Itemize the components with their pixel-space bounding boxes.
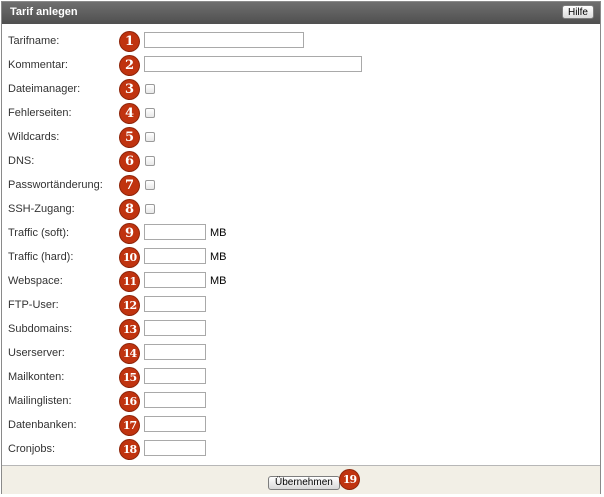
number-badge-icon: 5 [120, 128, 139, 147]
form-footer: Übernehmen 19 [2, 465, 600, 494]
form-row-passwortaenderung: Passwortänderung: 7 [2, 174, 600, 198]
form-row-fehlerseiten: Fehlerseiten: 4 [2, 102, 600, 126]
field-label: Dateimanager: [8, 83, 81, 95]
subdomains-input[interactable] [144, 320, 206, 336]
form-row-tarifname: Tarifname: 1 [2, 30, 600, 54]
field-label: Passwortänderung: [8, 179, 103, 191]
fehlerseiten-checkbox[interactable] [145, 108, 155, 118]
unit-label: MB [210, 275, 227, 287]
panel-title: Tarif anlegen [10, 6, 78, 18]
kommentar-input[interactable] [144, 56, 362, 72]
field-label: Traffic (soft): [8, 227, 70, 239]
traffic-soft-input[interactable] [144, 224, 206, 240]
wildcards-checkbox[interactable] [145, 132, 155, 142]
userserver-input[interactable] [144, 344, 206, 360]
number-badge-icon: 7 [120, 176, 139, 195]
number-badge-icon: 13 [120, 320, 139, 339]
form-row-kommentar: Kommentar: 2 [2, 54, 600, 78]
form-row-dns: DNS: 6 [2, 150, 600, 174]
form-row-userserver: Userserver: 14 [2, 342, 600, 366]
number-badge-icon: 3 [120, 80, 139, 99]
tarifname-input[interactable] [144, 32, 304, 48]
webspace-input[interactable] [144, 272, 206, 288]
form-row-mailinglisten: Mailinglisten: 16 [2, 390, 600, 414]
number-badge-icon: 19 [340, 470, 359, 489]
dateimanager-checkbox[interactable] [145, 84, 155, 94]
ftp-user-input[interactable] [144, 296, 206, 312]
form-row-traffic-hard: Traffic (hard): 10 MB [2, 246, 600, 270]
number-badge-icon: 17 [120, 416, 139, 435]
number-badge-icon: 6 [120, 152, 139, 171]
number-badge-icon: 9 [120, 224, 139, 243]
field-label: Wildcards: [8, 131, 60, 143]
field-label: Mailinglisten: [8, 395, 72, 407]
passwortaenderung-checkbox[interactable] [145, 180, 155, 190]
form-row-mailkonten: Mailkonten: 15 [2, 366, 600, 390]
form-row-wildcards: Wildcards: 5 [2, 126, 600, 150]
number-badge-icon: 11 [120, 272, 139, 291]
number-badge-icon: 4 [120, 104, 139, 123]
number-badge-icon: 14 [120, 344, 139, 363]
form-row-traffic-soft: Traffic (soft): 9 MB [2, 222, 600, 246]
field-label: FTP-User: [8, 299, 59, 311]
panel-titlebar: Tarif anlegen Hilfe [2, 2, 600, 24]
field-label: Webspace: [8, 275, 63, 287]
mailinglisten-input[interactable] [144, 392, 206, 408]
unit-label: MB [210, 227, 227, 239]
form-row-webspace: Webspace: 11 MB [2, 270, 600, 294]
unit-label: MB [210, 251, 227, 263]
traffic-hard-input[interactable] [144, 248, 206, 264]
field-label: Datenbanken: [8, 419, 77, 431]
help-button[interactable]: Hilfe [561, 5, 594, 19]
form-row-ssh-zugang: SSH-Zugang: 8 [2, 198, 600, 222]
field-label: Traffic (hard): [8, 251, 74, 263]
number-badge-icon: 1 [120, 32, 139, 51]
number-badge-icon: 12 [120, 296, 139, 315]
field-label: DNS: [8, 155, 35, 167]
submit-button[interactable]: Übernehmen [268, 476, 340, 490]
field-label: Subdomains: [8, 323, 73, 335]
number-badge-icon: 18 [120, 440, 139, 459]
field-label: Cronjobs: [8, 443, 56, 455]
field-label: Mailkonten: [8, 371, 65, 383]
cronjobs-input[interactable] [144, 440, 206, 456]
field-label: Fehlerseiten: [8, 107, 72, 119]
field-label: Kommentar: [8, 59, 68, 71]
form-row-ftp-user: FTP-User: 12 [2, 294, 600, 318]
ssh-zugang-checkbox[interactable] [145, 204, 155, 214]
mailkonten-input[interactable] [144, 368, 206, 384]
number-badge-icon: 10 [120, 248, 139, 267]
tariff-form-panel: Tarif anlegen Hilfe Tarifname: 1 Kommentar… [1, 1, 601, 494]
number-badge-icon: 8 [120, 200, 139, 219]
form-row-datenbanken: Datenbanken: 17 [2, 414, 600, 438]
number-badge-icon: 2 [120, 56, 139, 75]
form-row-subdomains: Subdomains: 13 [2, 318, 600, 342]
dns-checkbox[interactable] [145, 156, 155, 166]
form-row-cronjobs: Cronjobs: 18 [2, 438, 600, 462]
datenbanken-input[interactable] [144, 416, 206, 432]
field-label: SSH-Zugang: [8, 203, 75, 215]
number-badge-icon: 15 [120, 368, 139, 387]
form-row-dateimanager: Dateimanager: 3 [2, 78, 600, 102]
field-label: Tarifname: [8, 35, 60, 47]
number-badge-icon: 16 [120, 392, 139, 411]
field-label: Userserver: [8, 347, 65, 359]
